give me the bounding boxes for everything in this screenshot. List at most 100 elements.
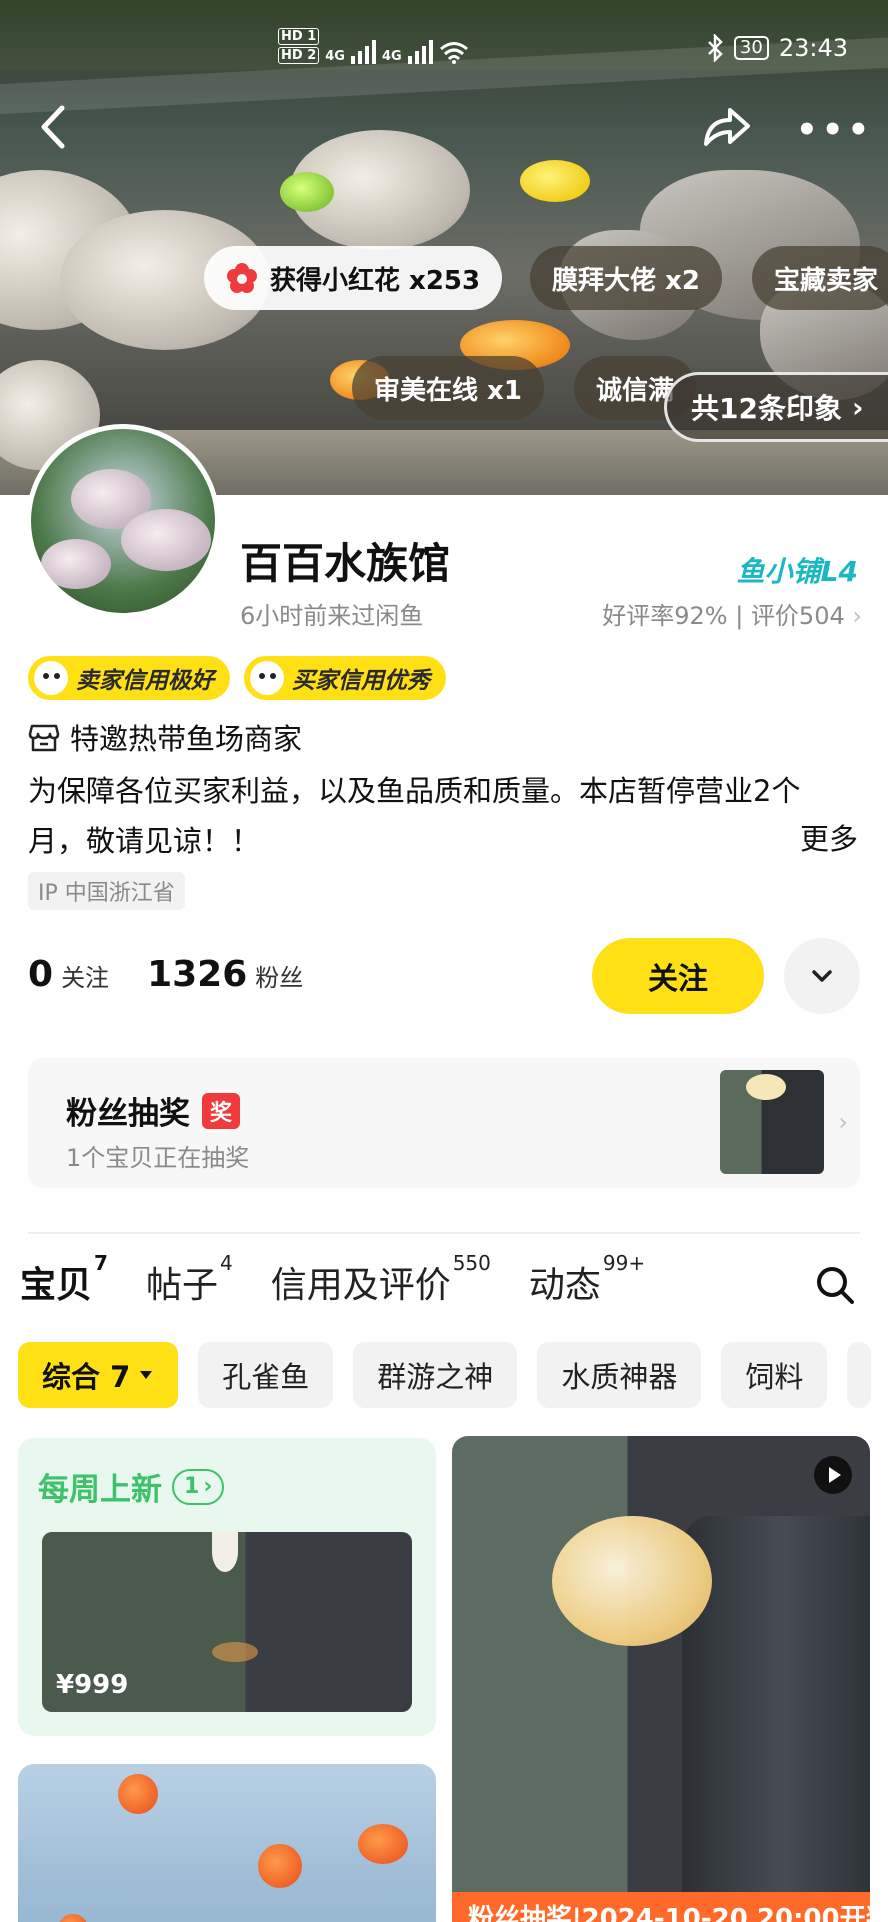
chip-guppy[interactable]: 孔雀鱼 (198, 1342, 334, 1408)
fans-label: 粉丝 (255, 964, 304, 992)
tab-label: 帖子 (145, 1265, 218, 1306)
content-tabs: 宝贝7 帖子4 信用及评价550 动态99+ (20, 1251, 683, 1316)
search-icon[interactable] (815, 1265, 855, 1305)
following-count[interactable]: 0 (28, 954, 53, 995)
lottery-banner: 粉丝抽奖|2024-10-20 20:00开奖 (452, 1892, 870, 1922)
chevron-right-icon: › (852, 602, 862, 630)
status-bar: HD 1 HD 2 4G 4G 30 23:43 (0, 28, 888, 72)
chevron-down-icon (812, 970, 832, 982)
signal-icon (350, 40, 376, 64)
fan-lottery-card[interactable]: 粉丝抽奖 奖 1个宝贝正在抽奖 › (28, 1058, 860, 1188)
product-image[interactable]: ¥999 (42, 1532, 412, 1712)
product-price: ¥999 (56, 1670, 129, 1700)
chip-all[interactable]: 综合 7 (18, 1342, 179, 1408)
more-icon[interactable]: ••• (796, 110, 873, 150)
tab-count: 99+ (602, 1251, 646, 1275)
tab-label: 动态 (528, 1265, 601, 1306)
tab-count: 550 (452, 1251, 491, 1275)
hd2-label: HD 2 (278, 47, 320, 64)
badge-label: 买家信用优秀 (292, 668, 430, 694)
share-icon[interactable] (700, 100, 752, 152)
lottery-thumbnail (720, 1070, 824, 1174)
chip-more[interactable] (847, 1342, 872, 1408)
rating-text: 好评率92% | 评价504 (602, 602, 845, 630)
impression-pill[interactable]: 宝藏卖家 (752, 246, 888, 310)
divider (28, 1232, 860, 1234)
product-card[interactable] (18, 1764, 436, 1922)
chip-label: 饲料 (745, 1360, 804, 1394)
fans-count[interactable]: 1326 (147, 954, 247, 995)
filter-chips: 综合 7 孔雀鱼 群游之神 水质神器 饲料 (18, 1342, 872, 1408)
impression-pill-label: 获得小红花 x253 (270, 265, 481, 296)
seller-credit-badge[interactable]: 卖家信用极好 (28, 656, 230, 700)
smile-face-icon (250, 661, 284, 695)
chip-schooling[interactable]: 群游之神 (353, 1342, 518, 1408)
hero-banner: HD 1 HD 2 4G 4G 30 23:43 ••• 获得小红花 x253 … (0, 0, 888, 495)
weekly-title: 每周上新 (38, 1472, 162, 1508)
net2-label: 4G (381, 49, 402, 64)
badge-label: 卖家信用极好 (76, 668, 214, 694)
last-visited: 6小时前来过闲鱼 (240, 602, 424, 630)
tab-credit-reviews[interactable]: 信用及评价550 (270, 1251, 491, 1308)
invite-label: 特邀热带鱼场商家 (70, 722, 303, 756)
tab-label: 宝贝 (20, 1265, 93, 1306)
chevron-right-icon: › (838, 1108, 848, 1136)
weekly-new-card[interactable]: 每周上新 1 › ¥999 (18, 1438, 436, 1736)
shop-icon (28, 724, 60, 752)
ip-location: IP 中国浙江省 (28, 872, 185, 910)
tab-items[interactable]: 宝贝7 (20, 1251, 108, 1308)
net1-label: 4G (325, 49, 345, 64)
tab-posts[interactable]: 帖子4 (145, 1251, 233, 1308)
impression-pill[interactable]: 审美在线 x1 (352, 356, 544, 420)
buyer-credit-badge[interactable]: 买家信用优秀 (244, 656, 446, 700)
rating-summary[interactable]: 好评率92% | 评价504 › (602, 596, 862, 631)
tab-count: 7 (94, 1251, 108, 1275)
chevron-right-icon: › (851, 390, 864, 424)
more-link[interactable]: 更多 (785, 816, 858, 858)
chevron-right-icon: › (203, 1474, 213, 1499)
battery-indicator: 30 (733, 36, 769, 60)
follow-stats: 0 关注 1326 粉丝 (28, 954, 303, 995)
impression-pill[interactable]: 膜拜大佬 x2 (530, 246, 722, 310)
red-flower-icon (227, 263, 257, 293)
lottery-title: 粉丝抽奖 (66, 1096, 190, 1132)
play-icon (814, 1456, 852, 1494)
tab-count: 4 (219, 1251, 233, 1275)
shop-name: 百百水族馆 (240, 539, 451, 588)
signal-icon-2 (407, 40, 433, 64)
wifi-icon (439, 42, 468, 64)
shop-level-badge[interactable]: 鱼小铺L4 (737, 550, 858, 590)
hd1-label: HD 1 (278, 28, 320, 45)
impression-pill-label: 诚信满 (596, 375, 675, 406)
chip-feed[interactable]: 饲料 (721, 1342, 828, 1408)
following-label: 关注 (61, 964, 110, 992)
invite-merchant: 特邀热带鱼场商家 (28, 716, 302, 758)
chip-label: 综合 7 (42, 1360, 131, 1394)
prize-tag: 奖 (202, 1092, 241, 1129)
chip-label: 孔雀鱼 (222, 1360, 310, 1394)
impression-pill[interactable]: 获得小红花 x253 (204, 246, 503, 310)
impression-pill-label: 宝藏卖家 (774, 265, 879, 296)
tab-activity[interactable]: 动态99+ (528, 1251, 645, 1308)
avatar[interactable] (26, 424, 220, 618)
network-indicator: HD 1 HD 2 4G 4G (278, 28, 469, 64)
weekly-count: 1 › (172, 1468, 225, 1505)
impression-pill-label: 审美在线 x1 (374, 375, 522, 406)
caret-down-icon (140, 1371, 153, 1379)
chip-water-quality[interactable]: 水质神器 (537, 1342, 702, 1408)
clock: 23:43 (778, 34, 848, 62)
video-product-card[interactable]: 粉丝抽奖|2024-10-20 20:00开奖 (452, 1436, 870, 1922)
chip-label: 水质神器 (561, 1360, 678, 1394)
bluetooth-icon (708, 34, 723, 62)
shop-description: 为保障各位买家利益，以及鱼品质和质量。本店暂停营业2个月，敬请见谅！！ (28, 774, 801, 858)
all-impressions-button[interactable]: 共12条印象 › (664, 372, 888, 442)
follow-button[interactable]: 关注 (592, 938, 764, 1014)
chip-label: 群游之神 (377, 1360, 494, 1394)
impression-pill-label: 膜拜大佬 x2 (552, 265, 700, 296)
dropdown-button[interactable] (784, 938, 860, 1014)
tab-label: 信用及评价 (270, 1265, 451, 1306)
back-icon[interactable] (36, 104, 68, 150)
impressions-label: 共12条印象 (691, 392, 842, 425)
lottery-subtitle: 1个宝贝正在抽奖 (66, 1144, 250, 1172)
smile-face-icon (34, 661, 68, 695)
